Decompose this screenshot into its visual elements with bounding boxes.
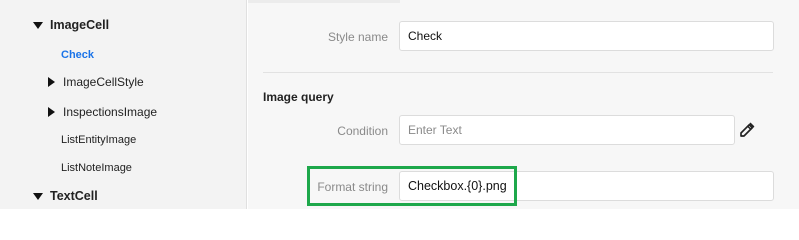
caret-right-icon[interactable] (48, 107, 55, 117)
format-string-input[interactable] (399, 171, 774, 201)
caret-down-icon[interactable] (33, 192, 43, 200)
tree-item-label: Check (61, 49, 95, 61)
caret-right-icon[interactable] (48, 77, 55, 87)
condition-input[interactable] (399, 115, 735, 145)
properties-form: Style name Image query Condition Format … (248, 0, 799, 209)
tree-item-listentityimage[interactable]: ListEntityImage (61, 129, 136, 151)
tree-item-label: ImageCellStyle (63, 75, 144, 89)
condition-label: Condition (337, 124, 388, 138)
tree-item-textcell[interactable]: TextCell (33, 185, 98, 207)
tree-item-imagecellstyle[interactable]: ImageCellStyle (48, 71, 144, 93)
tree-item-listnoteimage[interactable]: ListNoteImage (61, 157, 132, 179)
caret-down-icon[interactable] (33, 21, 43, 29)
section-title-image-query: Image query (263, 90, 334, 104)
tree-item-label: ImageCell (50, 18, 110, 32)
style-name-label: Style name (327, 30, 388, 44)
tree-item-label: ListEntityImage (61, 134, 137, 146)
pencil-icon[interactable] (738, 121, 756, 139)
tree-item-label: InspectionsImage (63, 105, 158, 119)
top-strip (248, 0, 400, 3)
tree-panel: ImageCell Check ImageCellStyle Inspectio… (0, 0, 247, 209)
style-name-input[interactable] (399, 21, 774, 51)
tree-item-check[interactable]: Check (61, 44, 94, 66)
tree-item-inspectionsimage[interactable]: InspectionsImage (48, 101, 157, 123)
divider (263, 72, 773, 73)
tree-item-label: TextCell (50, 189, 98, 203)
tree-item-imagecell[interactable]: ImageCell (33, 14, 109, 36)
format-string-label: Format string (317, 180, 388, 194)
tree-item-label: ListNoteImage (61, 162, 132, 174)
